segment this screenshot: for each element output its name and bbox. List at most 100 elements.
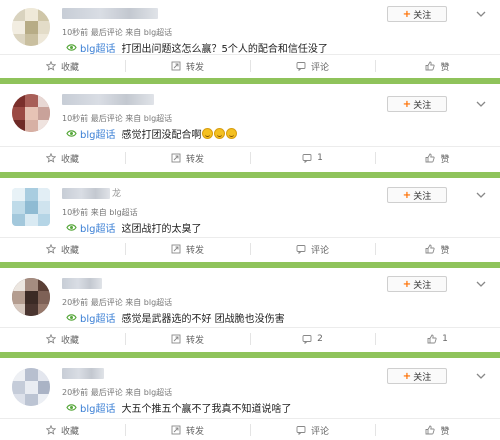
thumbs-up-icon [426,153,436,163]
username-blurred[interactable] [62,368,104,379]
repost-icon [171,334,181,344]
comment-label: 评论 [310,245,329,256]
collect-label: 收藏 [60,335,79,346]
comment-button[interactable]: 1 [250,147,375,169]
collect-button[interactable]: 收藏 [0,55,125,77]
supertopic-icon [66,404,77,411]
repost-icon [171,153,181,163]
collect-button[interactable]: 收藏 [0,328,125,350]
thumbs-up-icon [427,334,437,344]
topic-tag-label: blg超话 [80,130,116,141]
collect-label: 收藏 [60,426,79,437]
comment-button[interactable]: 评论 [250,238,375,260]
like-button[interactable]: 赞 [375,55,500,77]
collect-label: 收藏 [60,62,79,73]
avatar[interactable] [12,8,50,46]
follow-label: 关注 [413,372,432,383]
star-icon [45,61,56,71]
post-meta: 10秒前 最后评论 来自 blg超话 [62,28,173,37]
post-meta: 10秒前 最后评论 来自 blg超话 [62,114,173,123]
star-icon [45,244,56,254]
comment-button[interactable]: 评论 [250,55,375,77]
like-button[interactable]: 1 [375,328,500,350]
comment-icon [296,426,306,435]
post-card: 20秒前 最后评论 来自 blg超话 blg超话 大五个推五个赢不了我真不知道说… [0,360,500,440]
post-body: 感觉是武器选的不好 团战脆也没伤害 [121,314,285,325]
like-button[interactable]: 赞 [375,419,500,440]
comment-button[interactable]: 评论 [250,419,375,440]
like-button[interactable]: 赞 [375,238,500,260]
star-icon [45,334,56,344]
repost-button[interactable]: 转发 [125,419,250,440]
like-button[interactable]: 赞 [375,147,500,169]
action-bar: 收藏 转发 评论 赞 [0,237,500,259]
avatar[interactable] [12,188,50,226]
repost-label: 转发 [185,62,204,73]
topic-tag-label: blg超话 [80,314,116,325]
collect-button[interactable]: 收藏 [0,419,125,440]
post-body: 大五个推五个赢不了我真不知道说啥了 [121,404,292,415]
supertopic-icon [66,224,77,231]
topic-tag[interactable]: blg超话 [66,126,115,141]
chevron-down-icon[interactable] [476,280,486,288]
post-text: blg超话 感觉打团没配合啊 [66,126,238,141]
chevron-down-icon[interactable] [476,191,486,199]
topic-tag[interactable]: blg超话 [66,400,115,415]
repost-icon [171,61,181,71]
laughing-emoji-icon [214,128,226,139]
supertopic-icon [66,130,77,137]
repost-button[interactable]: 转发 [125,238,250,260]
collect-button[interactable]: 收藏 [0,147,125,169]
collect-button[interactable]: 收藏 [0,238,125,260]
plus-icon: + [402,189,412,201]
repost-button[interactable]: 转发 [125,147,250,169]
like-label: 赞 [440,62,450,73]
username-blurred[interactable] [62,94,154,105]
star-icon [45,425,56,435]
follow-button[interactable]: + 关注 [387,368,447,384]
follow-button[interactable]: + 关注 [387,187,447,203]
follow-button[interactable]: + 关注 [387,6,447,22]
supertopic-icon [66,314,77,321]
post-text: blg超话 这团战打的太臭了 [66,220,201,235]
avatar[interactable] [12,278,50,316]
post-card: 10秒前 最后评论 来自 blg超话 blg超话 打团出问题这怎么赢？5个人的配… [0,0,500,76]
follow-button[interactable]: + 关注 [387,96,447,112]
repost-button[interactable]: 转发 [125,328,250,350]
star-icon [45,153,56,163]
post-text: blg超话 大五个推五个赢不了我真不知道说啥了 [66,400,291,415]
avatar[interactable] [12,368,50,406]
repost-label: 转发 [185,245,204,256]
feed-separator [0,262,500,268]
post-card: 20秒前 最后评论 来自 blg超话 blg超话 感觉是武器选的不好 团战脆也没… [0,270,500,350]
comment-count: 2 [317,334,323,344]
chevron-down-icon[interactable] [476,372,486,380]
plus-icon: + [402,98,412,110]
repost-label: 转发 [185,335,204,346]
follow-label: 关注 [413,100,432,111]
avatar[interactable] [12,94,50,132]
post-card: 龙 10秒前 来自 blg超话 blg超话 这团战打的太臭了 + 关注 收藏 转发… [0,180,500,260]
repost-button[interactable]: 转发 [125,55,250,77]
follow-button[interactable]: + 关注 [387,276,447,292]
comment-count: 1 [317,153,323,163]
comment-button[interactable]: 2 [250,328,375,350]
thumbs-up-icon [426,61,436,71]
plus-icon: + [402,8,412,20]
chevron-down-icon[interactable] [476,100,486,108]
topic-tag[interactable]: blg超话 [66,310,115,325]
post-meta: 10秒前 来自 blg超话 [62,208,138,217]
username-blurred[interactable] [62,278,102,289]
like-label: 赞 [440,426,450,437]
comment-label: 评论 [310,426,329,437]
chevron-down-icon[interactable] [476,10,486,18]
repost-label: 转发 [185,154,204,165]
username-blurred[interactable] [62,8,158,19]
username-blurred[interactable] [62,188,110,199]
action-bar: 收藏 转发 1 赞 [0,146,500,168]
topic-tag-label: blg超话 [80,404,116,415]
topic-tag[interactable]: blg超话 [66,220,115,235]
post-meta: 20秒前 最后评论 来自 blg超话 [62,298,173,307]
topic-tag[interactable]: blg超话 [66,40,115,55]
post-meta: 20秒前 最后评论 来自 blg超话 [62,388,173,397]
